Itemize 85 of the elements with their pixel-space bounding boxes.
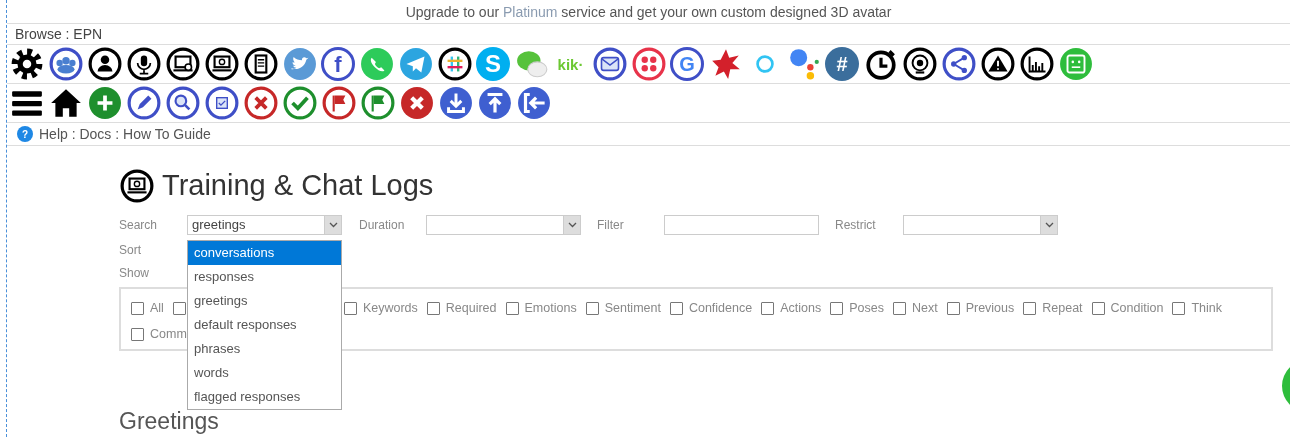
dropdown-option[interactable]: default responses (188, 313, 341, 337)
dropdown-option[interactable]: responses (188, 265, 341, 289)
checkbox[interactable] (669, 301, 683, 315)
close-icon[interactable] (399, 85, 434, 121)
checkbox[interactable] (172, 301, 186, 315)
page-title: Training & Chat Logs (162, 168, 434, 203)
checkbox[interactable] (1023, 301, 1037, 315)
section-title: Greetings (119, 408, 220, 434)
checkbox-label: Emotions (524, 299, 577, 317)
flag-icon[interactable] (321, 85, 356, 121)
breadcrumb: Browse : EPN (7, 24, 1290, 45)
checkbox[interactable] (131, 327, 144, 341)
laptop-icon[interactable] (204, 46, 239, 82)
logo-button[interactable]: G (670, 47, 704, 81)
laptop-icon (119, 168, 154, 203)
dropdown-option[interactable]: greetings (188, 289, 341, 313)
checkbox-label: Next (911, 299, 938, 317)
checkbox-label: Condition (1110, 299, 1164, 317)
checkbox-label: Think (1191, 299, 1222, 317)
caret-icon (328, 222, 338, 228)
checkbox[interactable] (1091, 301, 1105, 315)
checkbox[interactable] (892, 301, 906, 315)
dropdown-option[interactable]: conversations (188, 241, 341, 265)
flag-icon[interactable] (360, 85, 395, 121)
upload-icon[interactable] (477, 85, 512, 121)
field-label: Search (119, 217, 159, 234)
people-icon[interactable] (48, 46, 83, 82)
checkbox[interactable] (946, 301, 960, 315)
checkbox-label: Repeat (1042, 299, 1083, 317)
checkbox[interactable] (1172, 301, 1186, 315)
field-label: Duration (359, 217, 406, 234)
share-icon[interactable] (941, 46, 976, 82)
upgrade-banner: Upgrade to our Platinum service and get your own custom designed 3D avatar (7, 0, 1290, 24)
document-icon[interactable] (243, 46, 278, 82)
laptop-icon[interactable] (165, 46, 200, 82)
logo-button[interactable]: f (321, 47, 355, 81)
checkbox-label: Previous (965, 299, 1015, 317)
filter-field[interactable] (664, 215, 819, 235)
field-label: Show (119, 265, 151, 282)
sign-in-icon[interactable] (516, 85, 551, 121)
dropdown-option[interactable]: flagged responses (188, 385, 341, 409)
field-label: Filter (597, 217, 625, 234)
dropdown-option[interactable]: phrases (188, 337, 341, 361)
checkbox-icon[interactable] (204, 85, 239, 121)
person-icon[interactable] (87, 46, 122, 82)
checkbox-label: All (150, 299, 164, 317)
envelope-icon[interactable] (592, 46, 627, 82)
pencil-icon[interactable] (126, 85, 161, 121)
field-label: Restrict (835, 217, 877, 234)
globe-icon[interactable] (902, 46, 937, 82)
logo-button[interactable]: # (825, 47, 859, 81)
check-icon[interactable] (282, 85, 317, 121)
checkbox-label: Actions (780, 299, 822, 317)
close-icon[interactable] (243, 85, 278, 121)
help-link[interactable]: Help : Docs : How To Guide (39, 123, 211, 145)
checkbox[interactable] (830, 301, 844, 315)
select-field[interactable] (903, 215, 1058, 235)
checkbox[interactable] (585, 301, 599, 315)
checkbox[interactable] (761, 301, 775, 315)
checkbox[interactable] (426, 301, 440, 315)
checkbox[interactable] (343, 301, 357, 315)
hash-icon[interactable] (437, 46, 472, 82)
checkbox-label: Keywords (362, 299, 418, 317)
bar-chart-icon[interactable] (1019, 46, 1054, 82)
dropdown-option[interactable]: words (188, 361, 341, 385)
checkbox-label: Sentiment (604, 299, 661, 317)
select-field[interactable]: greetings (187, 215, 342, 235)
field-label: Sort (119, 242, 142, 259)
download-icon[interactable] (438, 85, 473, 121)
search-icon[interactable] (165, 85, 200, 121)
checkbox[interactable] (131, 301, 144, 315)
checkbox-label: Poses (849, 299, 884, 317)
four-dots-icon[interactable] (631, 46, 666, 82)
microphone-icon[interactable] (126, 46, 161, 82)
checkbox[interactable] (505, 301, 519, 315)
warning-icon[interactable] (980, 46, 1015, 82)
plus-icon[interactable] (87, 85, 122, 121)
select-field[interactable] (426, 215, 581, 235)
caret-icon (567, 222, 577, 228)
caret-icon (1044, 222, 1054, 228)
checkbox-label: Comm (150, 325, 187, 343)
help-icon[interactable]: ? (17, 126, 33, 142)
checkbox-label: Confidence (688, 299, 753, 317)
checkbox-label: Required (445, 299, 497, 317)
gear-icon[interactable] (9, 46, 44, 82)
